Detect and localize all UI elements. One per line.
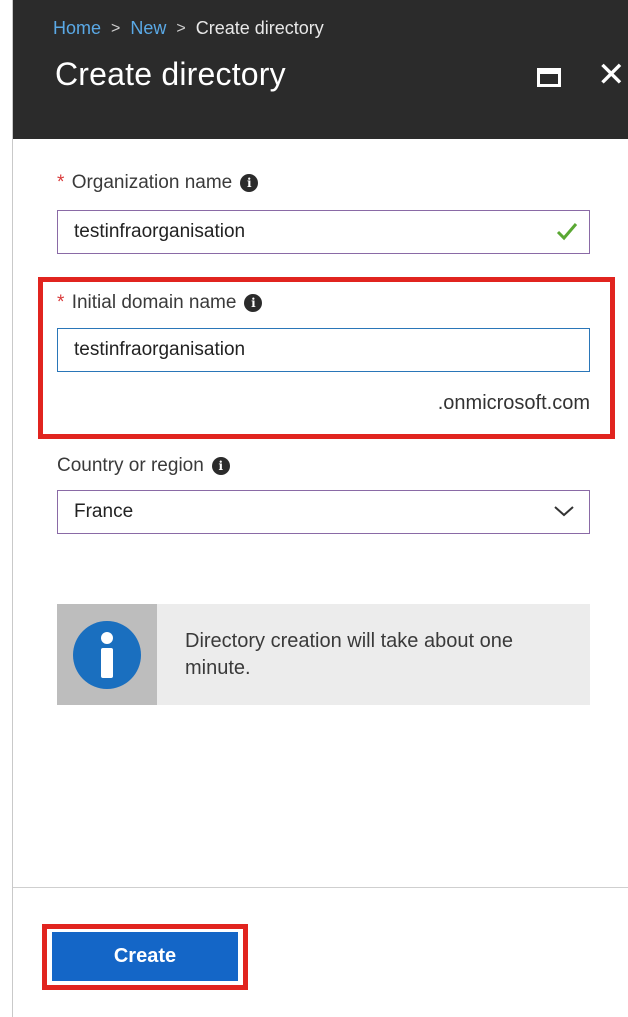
breadcrumb-current: Create directory (195, 18, 324, 38)
breadcrumb-home[interactable]: Home (53, 18, 101, 39)
left-edge (0, 0, 12, 1017)
create-button[interactable]: Create (52, 932, 238, 981)
maximize-button[interactable] (533, 62, 563, 92)
check-icon (556, 223, 578, 241)
info-icon[interactable]: i (244, 294, 263, 312)
domain-name-input[interactable]: testinfraorganisation (57, 328, 590, 372)
domain-suffix: .onmicrosoft.com (437, 392, 590, 414)
org-name-input[interactable]: testinfraorganisation (57, 210, 590, 254)
page-title: Create directory (55, 56, 286, 92)
blade-border (12, 0, 13, 1017)
org-name-value: testinfraorganisation (74, 221, 246, 242)
country-value: France (74, 501, 134, 522)
org-name-label: * Organization name i (57, 172, 259, 194)
footer-divider (13, 887, 628, 888)
country-label: Country or region i (57, 455, 230, 477)
breadcrumb-separator: > (176, 19, 186, 37)
banner-icon-area (57, 604, 157, 705)
domain-name-value: testinfraorganisation (74, 339, 246, 360)
maximize-icon (537, 68, 561, 87)
info-banner: Directory creation will take about one m… (57, 604, 590, 705)
domain-name-label-text: Initial domain name (71, 292, 237, 313)
required-marker: * (57, 172, 65, 193)
create-directory-blade: Home > New > Create directory Create dir… (0, 0, 628, 1017)
breadcrumb-new[interactable]: New (130, 18, 166, 39)
info-icon (73, 621, 141, 689)
info-icon[interactable]: i (211, 457, 230, 475)
domain-name-label: * Initial domain name i (57, 292, 263, 314)
blade-header: Home > New > Create directory Create dir… (13, 0, 628, 139)
country-label-text: Country or region (57, 455, 204, 476)
breadcrumb: Home > New > Create directory (53, 18, 324, 39)
banner-message: Directory creation will take about one m… (185, 630, 513, 679)
close-icon: ✕ (597, 56, 626, 94)
chevron-down-icon (554, 506, 574, 517)
required-marker: * (57, 292, 65, 313)
org-name-label-text: Organization name (71, 172, 233, 193)
close-button[interactable]: ✕ (597, 58, 627, 92)
country-select[interactable]: France (57, 490, 590, 534)
info-icon[interactable]: i (240, 174, 259, 192)
breadcrumb-separator: > (111, 19, 121, 37)
